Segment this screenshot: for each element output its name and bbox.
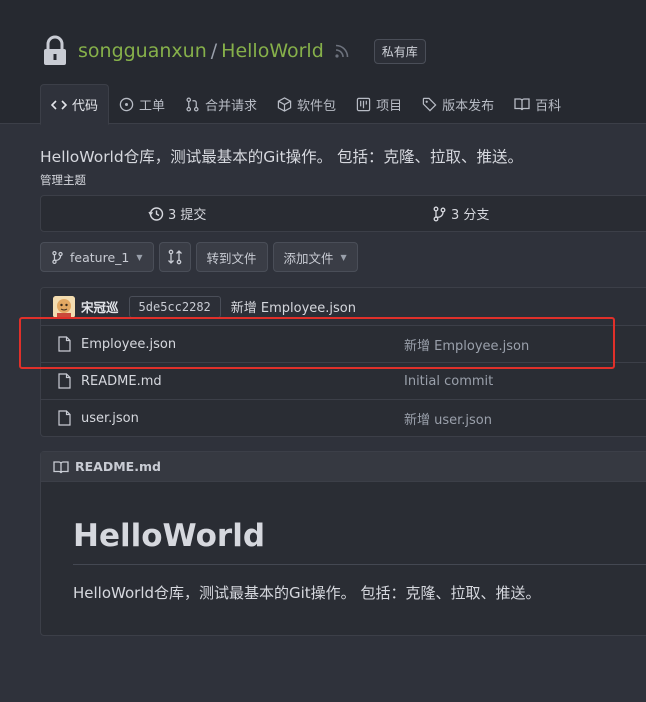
branches-stat[interactable]: 3 分支 — [432, 204, 489, 223]
manage-topics-link[interactable]: 管理主题 — [40, 172, 86, 188]
file-commit-link[interactable]: 新增 Employee.json — [404, 335, 529, 354]
lock-icon — [44, 35, 66, 65]
readme-heading: HelloWorld — [73, 518, 266, 554]
tab-label: 版本发布 — [442, 98, 495, 114]
repo-title: songguanxun / HelloWorld 私有库 — [42, 33, 426, 69]
history-icon — [148, 206, 164, 221]
branch-icon — [52, 250, 63, 264]
tab-pull-requests[interactable]: 合并请求 — [175, 84, 267, 124]
readme-filename: README.md — [75, 459, 161, 474]
commits-stat[interactable]: 3 提交 — [148, 204, 206, 223]
goto-file-button[interactable]: 转到文件 — [195, 242, 268, 272]
add-file-button[interactable]: 添加文件 ▼ — [272, 242, 358, 272]
avatar[interactable] — [53, 295, 75, 318]
tab-label: 合并请求 — [205, 98, 258, 114]
repo-name-link[interactable]: HelloWorld — [221, 40, 324, 62]
repo-tabs: 代码 工单 合并请求 软件包 项目 版本发布 百科 — [40, 84, 571, 125]
tab-issues[interactable]: 工单 — [109, 84, 175, 124]
tab-label: 百科 — [535, 98, 562, 114]
readme-panel: README.md HelloWorld HelloWorld仓库，测试最基本的… — [40, 451, 646, 636]
commit-author[interactable]: 宋冠巡 — [81, 297, 119, 316]
file-row[interactable]: user.json 新增 user.json — [41, 399, 646, 436]
chevron-down-icon: ▼ — [136, 252, 143, 262]
book-icon — [53, 460, 69, 473]
issue-icon — [119, 97, 134, 111]
readme-body: HelloWorld仓库，测试最基本的Git操作。 包括：克隆、拉取、推送。 — [73, 584, 541, 602]
file-row[interactable]: README.md Initial commit — [41, 362, 646, 399]
compare-button[interactable] — [158, 242, 191, 272]
project-icon — [356, 97, 371, 111]
file-toolbar: feature_1 ▼ 转到文件 添加文件 ▼ — [40, 242, 363, 272]
readme-divider — [73, 564, 646, 565]
file-name-link[interactable]: user.json — [81, 411, 139, 426]
tab-projects[interactable]: 项目 — [346, 84, 412, 124]
commit-sha[interactable]: 5de5cc2282 — [128, 295, 221, 318]
repo-description: HelloWorld仓库，测试最基本的Git操作。 包括：克隆、拉取、推送。 — [40, 148, 524, 166]
add-file-label: 添加文件 — [283, 250, 334, 266]
branches-count: 3 分支 — [451, 208, 490, 223]
branch-select[interactable]: feature_1 ▼ — [40, 242, 154, 272]
rss-icon[interactable] — [334, 43, 350, 59]
commits-count: 3 提交 — [168, 208, 207, 223]
package-icon — [277, 96, 292, 112]
file-commit-link[interactable]: 新增 user.json — [404, 409, 492, 428]
tab-label: 工单 — [139, 98, 166, 114]
file-row[interactable]: Employee.json 新增 Employee.json — [41, 325, 646, 362]
private-badge: 私有库 — [373, 38, 426, 64]
file-icon — [58, 410, 71, 426]
tab-releases[interactable]: 版本发布 — [412, 84, 504, 124]
book-icon — [514, 98, 530, 111]
chevron-down-icon: ▼ — [340, 252, 347, 262]
commit-message[interactable]: 新增 Employee.json — [231, 297, 356, 316]
readme-header: README.md — [41, 452, 646, 482]
latest-commit-bar: 宋冠巡 5de5cc2282 新增 Employee.json — [40, 287, 646, 325]
file-name-link[interactable]: Employee.json — [81, 337, 176, 352]
avatar-image — [53, 295, 75, 318]
file-icon — [58, 373, 71, 389]
branch-name: feature_1 — [70, 249, 130, 265]
compare-icon — [167, 249, 182, 265]
repo-stats-bar: 3 提交 3 分支 — [40, 195, 646, 232]
tag-icon — [422, 97, 437, 111]
file-commit-link[interactable]: Initial commit — [404, 374, 493, 389]
tab-wiki[interactable]: 百科 — [504, 84, 571, 124]
file-name-link[interactable]: README.md — [81, 374, 162, 389]
path-separator: / — [210, 40, 218, 62]
repo-owner-link[interactable]: songguanxun — [78, 40, 207, 62]
tab-label: 软件包 — [297, 98, 337, 114]
pull-request-icon — [186, 97, 199, 111]
repo-header: songguanxun / HelloWorld 私有库 代码 工单 合并请求 … — [0, 0, 646, 125]
code-icon — [51, 99, 67, 110]
tab-label: 项目 — [376, 98, 403, 114]
tab-label: 代码 — [72, 99, 99, 114]
file-list: Employee.json 新增 Employee.json README.md… — [40, 325, 646, 437]
file-icon — [58, 336, 71, 352]
tab-code[interactable]: 代码 — [40, 84, 110, 125]
tab-packages[interactable]: 软件包 — [267, 84, 346, 124]
branch-icon — [433, 206, 446, 221]
